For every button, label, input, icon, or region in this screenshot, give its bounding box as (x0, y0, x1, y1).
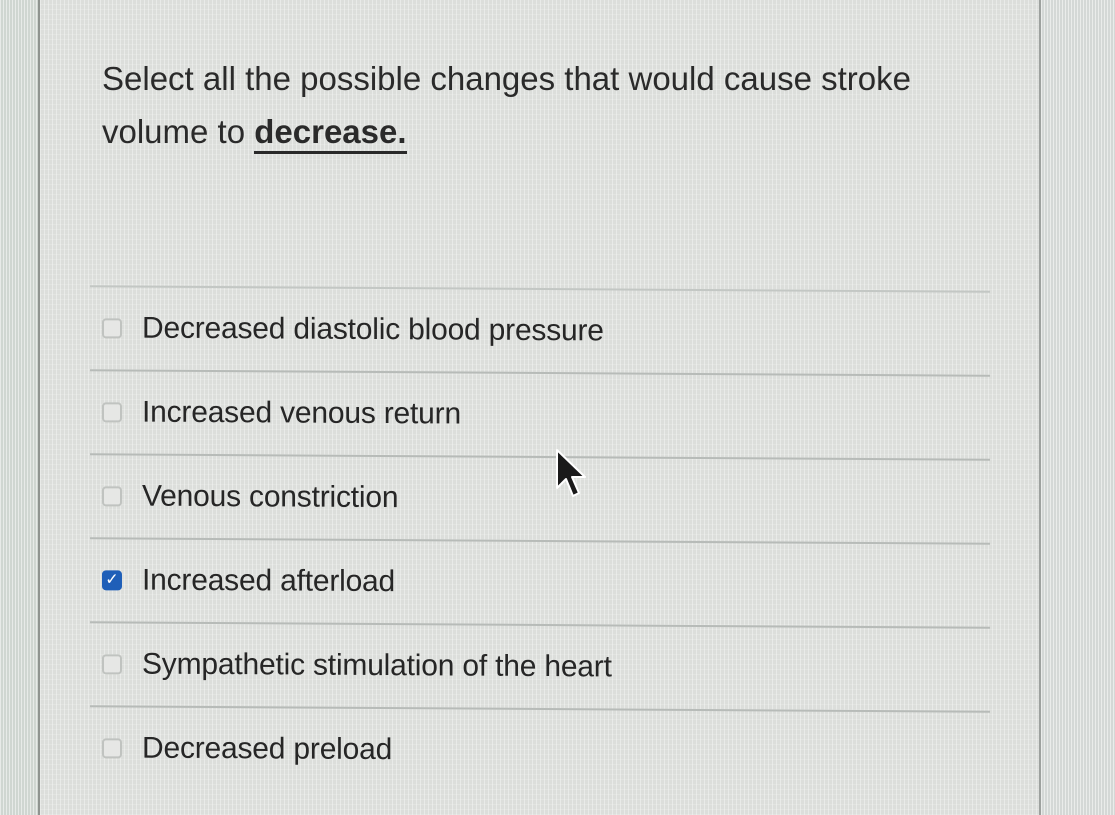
left-panel-edge (0, 0, 40, 815)
question-emphasis: decrease. (254, 113, 407, 154)
answer-option[interactable]: ✓ Increased afterload (90, 537, 990, 627)
answer-options: Decreased diastolic blood pressure Incre… (90, 285, 990, 795)
mouse-cursor-icon (556, 449, 586, 497)
right-panel-edge (1039, 0, 1115, 815)
answer-option[interactable]: Venous constriction (90, 453, 990, 543)
option-label: Increased venous return (142, 395, 461, 431)
option-label: Venous constriction (142, 479, 399, 515)
question-card: Select all the possible changes that wou… (40, 0, 1039, 815)
answer-option[interactable]: Decreased preload (90, 705, 990, 795)
answer-option[interactable]: Decreased diastolic blood pressure (90, 285, 990, 375)
option-label: Increased afterload (142, 563, 396, 599)
option-checkbox[interactable] (102, 486, 122, 507)
answer-option[interactable]: Sympathetic stimulation of the heart (90, 621, 990, 711)
option-label: Decreased preload (142, 731, 393, 767)
checkmark-icon: ✓ (105, 571, 119, 589)
answer-option[interactable]: Increased venous return (90, 369, 990, 459)
question-prompt-text: Select all the possible changes that wou… (102, 60, 911, 150)
question-prompt: Select all the possible changes that wou… (102, 52, 982, 158)
option-checkbox[interactable] (102, 318, 122, 339)
option-checkbox[interactable] (102, 738, 122, 759)
option-checkbox[interactable] (102, 654, 122, 675)
option-checkbox[interactable]: ✓ (102, 570, 122, 591)
option-checkbox[interactable] (102, 402, 122, 423)
option-label: Sympathetic stimulation of the heart (142, 647, 612, 684)
option-label: Decreased diastolic blood pressure (142, 311, 604, 348)
